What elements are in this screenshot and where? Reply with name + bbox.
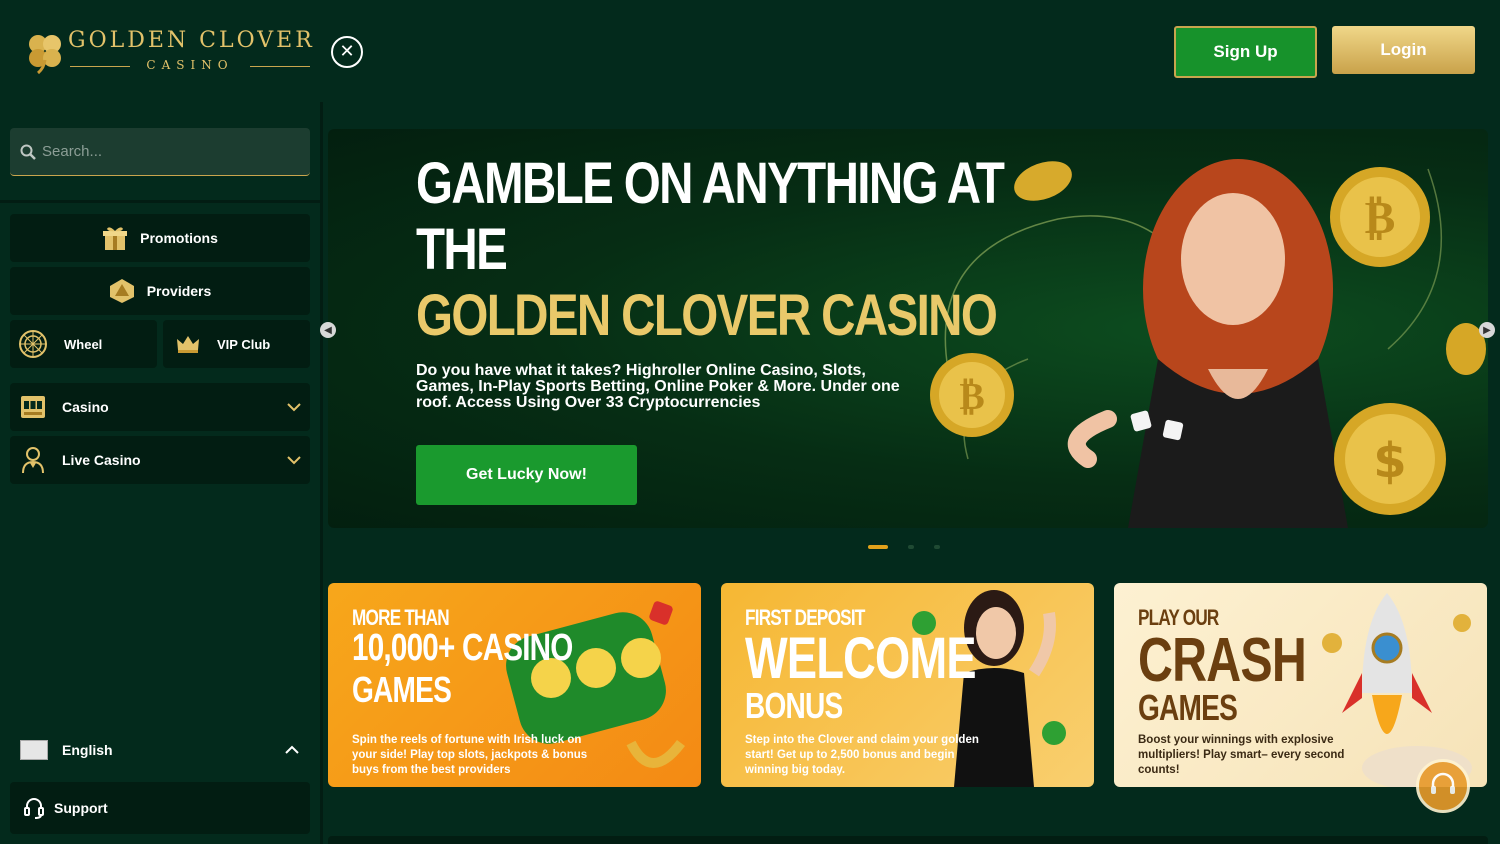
dealer-icon — [20, 447, 46, 474]
sidebar-border — [320, 102, 323, 844]
sidebar: Promotions Providers Wheel VIP Club Casi… — [0, 102, 320, 844]
hero-title-line2: THE — [416, 217, 508, 282]
sidebar-item-label: Live Casino — [62, 452, 141, 468]
chevron-down-icon — [287, 403, 301, 412]
card-title-line2: 10,000+ CASINO — [352, 627, 573, 669]
promo-card-crash-games[interactable]: PLAY OUR CRASH GAMES Boost your winnings… — [1114, 583, 1487, 787]
close-sidebar-button[interactable]: ✕ — [331, 36, 363, 68]
svg-text:₿: ₿ — [959, 374, 984, 418]
site-logo[interactable]: GOLDEN CLOVER CASINO — [24, 28, 314, 78]
logo-subtitle: CASINO — [146, 58, 234, 72]
card-title-line2: WELCOME — [745, 626, 977, 691]
logo-divider-right — [250, 66, 310, 67]
svg-text:$: $ — [1373, 433, 1406, 489]
chevron-up-icon — [285, 745, 299, 754]
live-chat-button[interactable] — [1416, 759, 1470, 813]
carousel-dot-2[interactable] — [908, 545, 914, 549]
top-header: GOLDEN CLOVER CASINO ✕ Sign Up Login — [0, 0, 1500, 102]
close-icon: ✕ — [339, 41, 355, 62]
carousel-dots — [868, 545, 940, 549]
slot-machine-icon — [20, 394, 46, 420]
promo-card-casino-games[interactable]: MORE THAN 10,000+ CASINO GAMES Spin the … — [328, 583, 701, 787]
login-button[interactable]: Login — [1332, 26, 1475, 74]
language-label: English — [62, 742, 113, 758]
chevron-right-icon: ▶ — [1483, 324, 1491, 336]
chevron-down-icon — [287, 456, 301, 465]
headset-icon — [24, 798, 44, 819]
crown-icon — [175, 331, 201, 357]
card-description: Step into the Clover and claim your gold… — [745, 734, 979, 776]
hero-title: GAMBLE ON ANYTHING AT THE GOLDEN CLOVER … — [416, 151, 1005, 349]
sidebar-item-label: Wheel — [64, 336, 103, 352]
carousel-dot-3[interactable] — [934, 545, 940, 549]
dice-d20-icon — [109, 278, 135, 304]
sidebar-item-live-casino[interactable]: Live Casino — [10, 436, 310, 484]
sidebar-item-promotions[interactable]: Promotions — [10, 214, 310, 262]
wheel-icon — [18, 329, 48, 359]
chevron-left-icon: ◀ — [324, 324, 332, 336]
support-label: Support — [54, 800, 108, 816]
get-lucky-button[interactable]: Get Lucky Now! — [416, 445, 637, 505]
sidebar-item-label: Promotions — [140, 230, 218, 246]
card-title-line2: CRASH — [1138, 626, 1307, 695]
search-box[interactable] — [10, 128, 310, 176]
search-icon — [20, 144, 36, 160]
sidebar-item-label: Casino — [62, 399, 109, 415]
logo-title: GOLDEN CLOVER — [68, 28, 315, 53]
sidebar-item-label: Providers — [146, 283, 212, 299]
signup-button[interactable]: Sign Up — [1174, 26, 1317, 78]
card-title-line3: BONUS — [745, 685, 843, 726]
flag-icon — [20, 740, 48, 760]
card-description: Spin the reels of fortune with Irish luc… — [352, 734, 588, 776]
sidebar-item-wheel[interactable]: Wheel — [10, 320, 157, 368]
sidebar-item-vip-club[interactable]: VIP Club — [163, 320, 310, 368]
next-section-edge — [328, 836, 1488, 844]
hero-title-line3: GOLDEN CLOVER CASINO — [416, 283, 998, 348]
sidebar-item-providers[interactable]: Providers — [10, 267, 310, 315]
clover-logo-icon — [29, 35, 61, 74]
language-selector[interactable]: English — [10, 732, 310, 768]
sidebar-item-casino[interactable]: Casino — [10, 383, 310, 431]
gift-icon — [102, 225, 128, 251]
svg-text:₿: ₿ — [1365, 190, 1396, 244]
carousel-dot-1[interactable] — [868, 545, 888, 549]
hero-title-line1: GAMBLE ON ANYTHING AT — [416, 151, 1005, 216]
hero-description: Do you have what it takes? Highroller On… — [416, 362, 900, 411]
carousel-prev-button[interactable]: ◀ — [320, 322, 336, 338]
hero-banner: ₿ ₿ $ GAMBLE ON ANYTHING AT THE GOLDEN C… — [328, 129, 1488, 528]
carousel-next-button[interactable]: ▶ — [1479, 322, 1495, 338]
headset-icon — [1431, 772, 1455, 794]
search-input[interactable] — [42, 143, 292, 160]
card-title-line3: GAMES — [352, 669, 452, 710]
sidebar-divider — [0, 200, 320, 203]
card-title-line3: GAMES — [1138, 687, 1238, 728]
support-button[interactable]: Support — [10, 782, 310, 834]
sidebar-item-label: VIP Club — [217, 336, 271, 352]
card-description: Boost your winnings with explosive multi… — [1138, 734, 1345, 776]
promo-card-welcome-bonus[interactable]: FIRST DEPOSIT WELCOME BONUS Step into th… — [721, 583, 1094, 787]
